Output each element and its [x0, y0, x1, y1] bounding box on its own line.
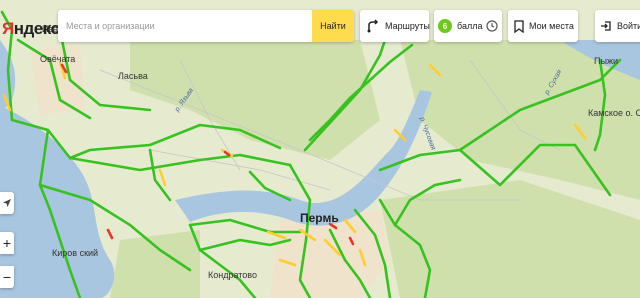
zoom-in-button[interactable]: +	[0, 232, 14, 254]
yandex-logo[interactable]: Яндекс	[2, 19, 60, 39]
search-box: Найти	[58, 10, 354, 42]
zoom-out-button[interactable]: −	[0, 266, 14, 288]
geolocation-button[interactable]	[0, 192, 14, 214]
clock-icon[interactable]	[486, 20, 498, 34]
my-places-label: Мои места	[529, 21, 574, 31]
routes-label: Маршруты	[385, 21, 430, 31]
bookmark-icon	[514, 19, 524, 33]
top-toolbar: Яндекс Найти Маршруты 6 баллa Мои места …	[0, 10, 640, 42]
label-ovechata: Овёчата	[40, 54, 75, 64]
traffic-level-icon: 6	[438, 19, 452, 33]
search-input[interactable]	[58, 10, 324, 42]
login-icon	[600, 20, 612, 32]
route-icon	[366, 19, 380, 33]
traffic-map[interactable]: Ивановка Овёчата Ласьва Пермь Кондратово…	[0, 0, 640, 298]
label-perm: Пермь	[300, 211, 339, 225]
label-lasva: Ласьва	[118, 71, 148, 81]
label-kirovsky: Киров ский	[52, 248, 98, 258]
find-button[interactable]: Найти	[312, 10, 354, 42]
location-arrow-icon	[3, 199, 11, 207]
my-places-button[interactable]: Мои места	[508, 10, 578, 42]
label-kondratovo: Кондратово	[208, 270, 257, 280]
login-button[interactable]: Войти	[595, 10, 640, 42]
logo-first-letter: Я	[2, 19, 14, 38]
routes-button[interactable]: Маршруты	[360, 10, 430, 42]
label-kamskoe: Камское о. Сылвы	[588, 108, 640, 118]
label-pyzhi: Пыжи	[594, 56, 618, 66]
login-label: Войти	[617, 21, 640, 31]
logo-rest: ндекс	[13, 19, 60, 38]
traffic-button[interactable]: 6 баллa	[434, 10, 502, 42]
traffic-label: баллa	[457, 21, 483, 31]
